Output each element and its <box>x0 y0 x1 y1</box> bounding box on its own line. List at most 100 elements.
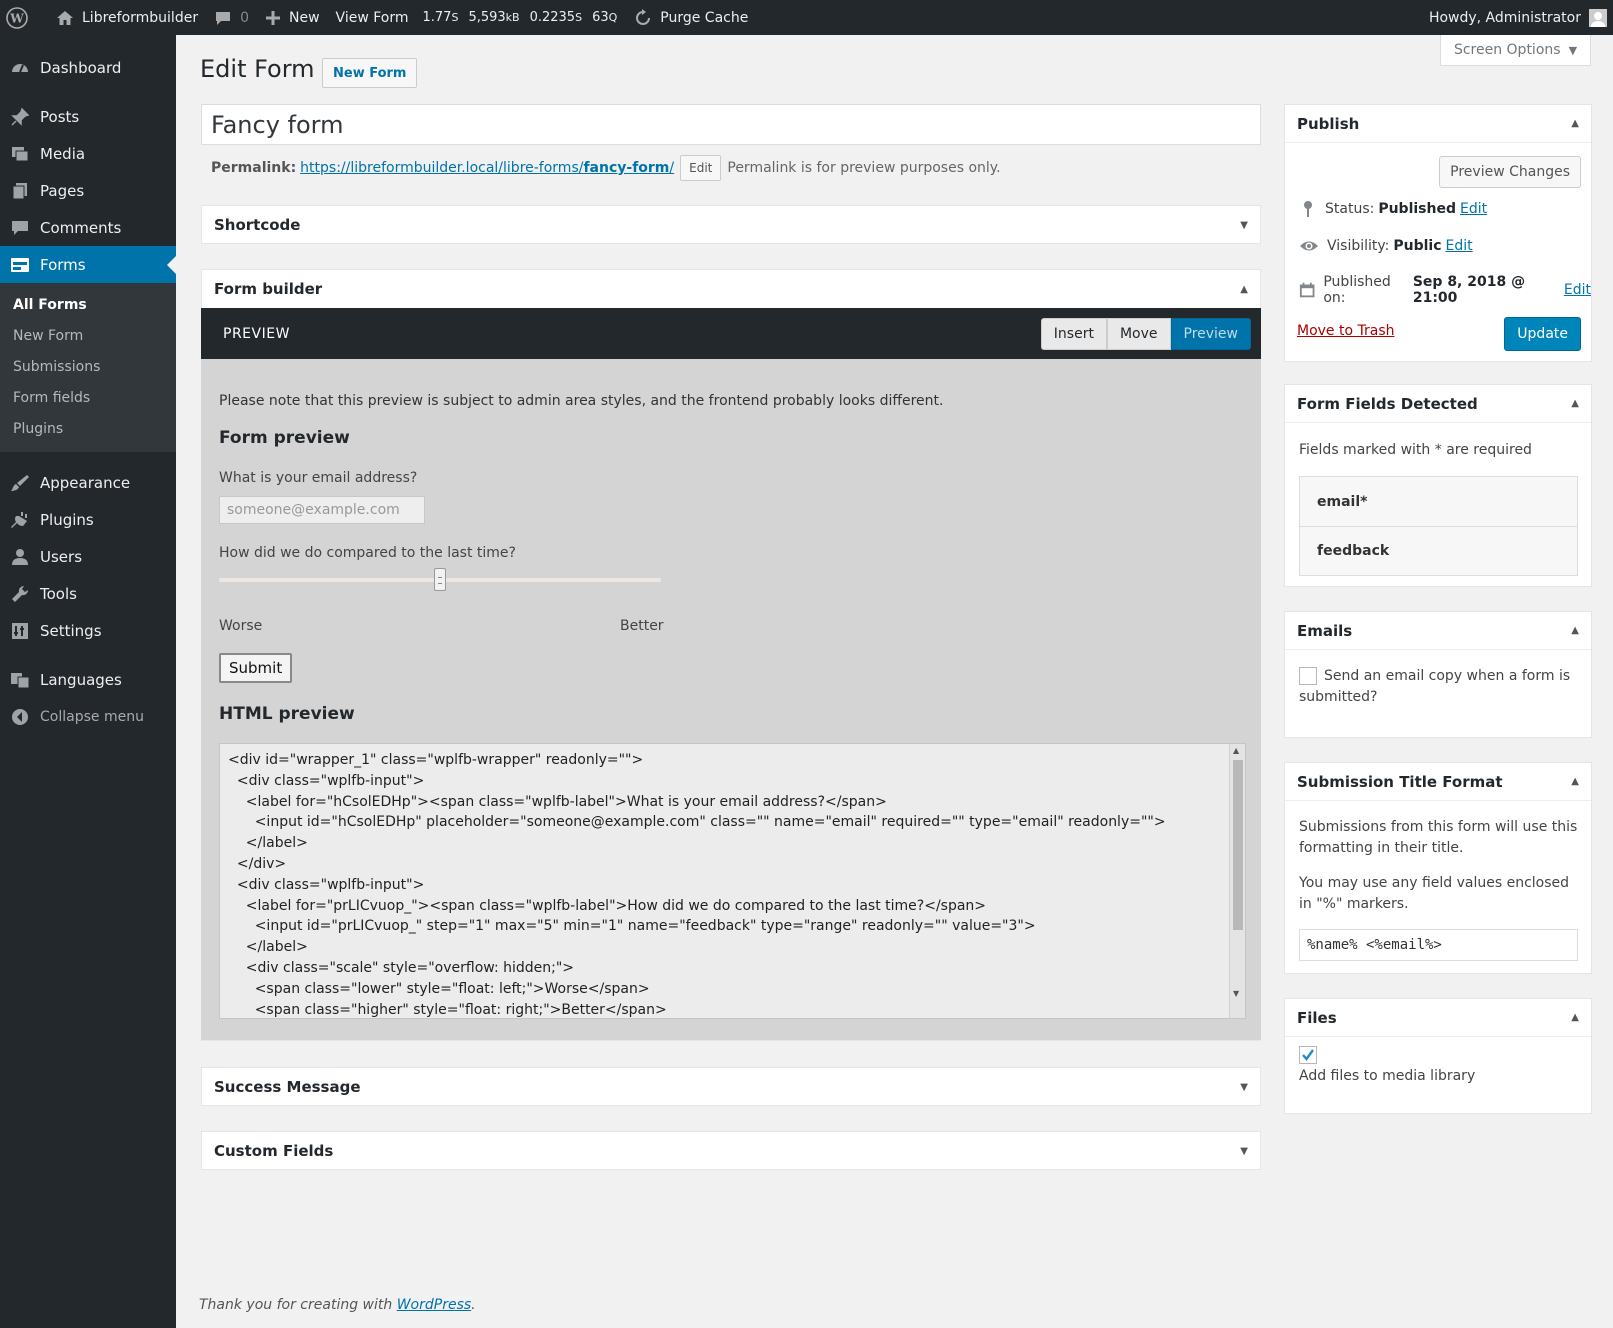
view-form-link[interactable]: View Form <box>328 0 417 35</box>
menu-comments[interactable]: Comments <box>0 209 176 246</box>
collapse-arrow-icon[interactable]: ▲ <box>1571 398 1579 409</box>
tab-preview[interactable]: Preview <box>1170 318 1251 350</box>
scroll-up-icon[interactable]: ▲ <box>1233 746 1239 755</box>
form-title-input[interactable]: Fancy form <box>201 104 1261 145</box>
scale-higher-label: Better <box>620 618 664 634</box>
fields-detected-box-header[interactable]: Form Fields Detected ▲ <box>1285 385 1591 423</box>
collapse-arrow-icon[interactable]: ▲ <box>1571 1012 1579 1023</box>
pin-icon <box>1304 201 1312 217</box>
forms-submenu: All Forms New Form Submissions Form fiel… <box>0 283 176 452</box>
menu-dashboard[interactable]: Dashboard <box>0 49 176 86</box>
comments-count: 0 <box>240 9 249 26</box>
menu-forms[interactable]: Forms <box>0 246 176 283</box>
wordpress-logo-icon[interactable]: W <box>0 0 48 35</box>
refresh-icon <box>636 8 651 25</box>
menu-languages[interactable]: Languages <box>0 661 176 698</box>
new-label: New <box>289 9 320 26</box>
collapse-arrow-icon[interactable]: ▲ <box>1571 776 1579 787</box>
menu-pages[interactable]: Pages <box>0 172 176 209</box>
date-edit-link[interactable]: Edit <box>1564 282 1591 298</box>
view-form-label: View Form <box>335 9 409 26</box>
expand-arrow-icon[interactable]: ▼ <box>1240 1082 1248 1093</box>
form-preview-heading: Form preview <box>219 428 350 448</box>
scrollbar-thumb[interactable] <box>1233 760 1243 930</box>
collapse-arrow-icon[interactable]: ▲ <box>1571 625 1579 636</box>
email-label: What is your email address? <box>219 470 418 486</box>
forms-icon <box>10 255 30 275</box>
custom-fields-box: Custom Fields ▼ <box>201 1131 1261 1170</box>
pages-icon <box>10 181 30 201</box>
submenu-submissions[interactable]: Submissions <box>0 351 176 382</box>
submit-button[interactable]: Submit <box>219 653 293 683</box>
stat-memory: 5,593 kB <box>468 10 520 25</box>
tab-move[interactable]: Move <box>1106 318 1171 350</box>
submenu-all-forms[interactable]: All Forms <box>0 289 176 320</box>
account-menu[interactable]: Howdy, Administrator <box>1421 0 1613 35</box>
scroll-down-icon[interactable]: ▼ <box>1233 989 1239 998</box>
menu-settings[interactable]: Settings <box>0 612 176 649</box>
code-scrollbar[interactable]: ▲ ▼ <box>1229 744 1245 1018</box>
menu-users[interactable]: Users <box>0 538 176 575</box>
submission-title-box-header[interactable]: Submission Title Format ▲ <box>1285 763 1591 801</box>
emails-box-header[interactable]: Emails ▲ <box>1285 612 1591 650</box>
preview-note: Please note that this preview is subject… <box>219 393 944 409</box>
menu-tools[interactable]: Tools <box>0 575 176 612</box>
html-preview-textarea[interactable]: <div id="wrapper_1" class="wplfb-wrapper… <box>219 743 1246 1019</box>
tab-insert[interactable]: Insert <box>1040 318 1107 350</box>
collapse-menu-button[interactable]: Collapse menu <box>0 698 176 735</box>
add-to-media-checkbox[interactable] <box>1299 1046 1317 1064</box>
update-button[interactable]: Update <box>1504 317 1581 351</box>
stat-query-time: 0.2235 S <box>529 10 583 25</box>
html-preview-code: <div id="wrapper_1" class="wplfb-wrapper… <box>228 752 1166 1018</box>
submenu-new-form[interactable]: New Form <box>0 320 176 351</box>
list-item: feedback <box>1300 526 1577 575</box>
menu-plugins[interactable]: Plugins <box>0 501 176 538</box>
custom-fields-box-header[interactable]: Custom Fields ▼ <box>202 1132 1260 1170</box>
status-edit-link[interactable]: Edit <box>1460 201 1487 217</box>
submenu-plugins[interactable]: Plugins <box>0 413 176 444</box>
form-builder-box-header[interactable]: Form builder ▲ <box>202 270 1260 308</box>
admin-footer: Thank you for creating with WordPress. <box>199 1297 476 1313</box>
collapse-arrow-icon[interactable]: ▲ <box>1240 284 1248 295</box>
screen-options-toggle[interactable]: Screen Options ▼ <box>1440 35 1591 66</box>
publish-box-header[interactable]: Publish ▲ <box>1285 105 1591 143</box>
pin-icon <box>10 107 30 127</box>
howdy-text: Howdy, Administrator <box>1428 9 1581 26</box>
new-form-button[interactable]: New Form <box>322 58 418 88</box>
preview-changes-button[interactable]: Preview Changes <box>1439 156 1581 188</box>
site-name: Libreformbuilder <box>82 9 199 26</box>
expand-arrow-icon[interactable]: ▼ <box>1240 220 1248 231</box>
success-message-box-header[interactable]: Success Message ▼ <box>202 1068 1260 1106</box>
media-icon <box>10 144 30 164</box>
permalink-link[interactable]: https://libreformbuilder.local/libre-for… <box>300 160 674 176</box>
feedback-slider-handle[interactable] <box>434 568 446 591</box>
files-box-header[interactable]: Files ▲ <box>1285 999 1591 1037</box>
detected-field-list: email* feedback <box>1299 476 1578 576</box>
permalink-note: Permalink is for preview purposes only. <box>727 160 1001 176</box>
menu-media[interactable]: Media <box>0 135 176 172</box>
expand-arrow-icon[interactable]: ▼ <box>1240 1146 1248 1157</box>
move-to-trash-link[interactable]: Move to Trash <box>1297 323 1395 339</box>
submenu-form-fields[interactable]: Form fields <box>0 382 176 413</box>
email-field[interactable]: someone@example.com <box>219 496 425 524</box>
site-name-link[interactable]: Libreformbuilder <box>48 0 206 35</box>
collapse-arrow-icon[interactable]: ▲ <box>1571 118 1579 129</box>
purge-cache-link[interactable]: Purge Cache <box>622 0 756 35</box>
scale-lower-label: Worse <box>219 618 263 634</box>
permalink-edit-button[interactable]: Edit <box>680 155 722 181</box>
collapse-icon <box>10 707 30 727</box>
menu-posts[interactable]: Posts <box>0 98 176 135</box>
visibility-edit-link[interactable]: Edit <box>1446 238 1473 254</box>
submission-title-desc-2: You may use any field values enclosed in… <box>1299 875 1570 912</box>
submission-title-input[interactable]: %name% <%email%> <box>1299 929 1578 961</box>
comments-link[interactable]: 0 <box>206 0 257 35</box>
settings-icon <box>10 621 30 641</box>
menu-appearance[interactable]: Appearance <box>0 464 176 501</box>
wordpress-link[interactable]: WordPress <box>397 1297 471 1313</box>
admin-sidebar: Dashboard Posts Media Pages Comments For… <box>0 35 176 1328</box>
submission-title-box: Submission Title Format ▲ Submissions fr… <box>1284 762 1592 974</box>
form-builder-toolbar: PREVIEW Insert Move Preview <box>201 308 1261 359</box>
shortcode-box: Shortcode ▼ <box>201 205 1261 244</box>
shortcode-box-header[interactable]: Shortcode ▼ <box>202 206 1260 244</box>
new-content-link[interactable]: New <box>257 0 328 35</box>
